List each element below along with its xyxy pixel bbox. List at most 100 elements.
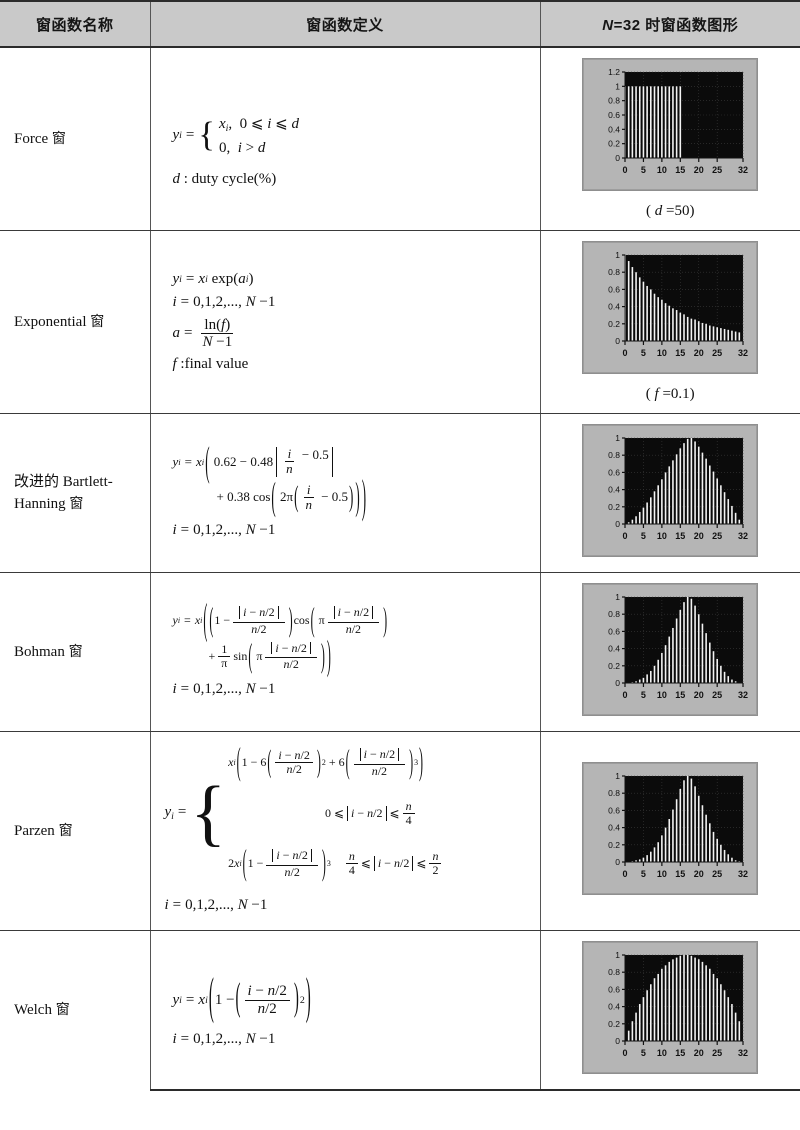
table-body: Force 窗 y i = { xi, 0 ⩽ i ⩽ d 0, i > d d :…	[0, 47, 800, 1091]
svg-text:0.4: 0.4	[608, 1001, 620, 1011]
svg-text:20: 20	[694, 869, 704, 879]
formula-parzen: yi = { xi (1 − 6 (i − n/2 n/2) 2 + 6(i − n /…	[151, 732, 540, 930]
window-name-cn: 窗	[51, 130, 66, 147]
window-name-cn: 窗	[58, 822, 73, 839]
svg-text:0.6: 0.6	[608, 467, 620, 477]
svg-text:20: 20	[694, 165, 704, 175]
svg-text:0.6: 0.6	[608, 626, 620, 636]
svg-text:0: 0	[623, 531, 628, 541]
row-definition-force: y i = { xi, 0 ⩽ i ⩽ d 0, i > d d : duty cy…	[149, 47, 540, 231]
formula-bohman: y i = x i ((1 − i − n/2 n/2 ) cos( π i − n/2 n/…	[172, 593, 388, 698]
chart-exponential: 0 0.2 0.4 0.6 0.8 1 0 5 10 15 20 25 32	[582, 241, 759, 374]
svg-text:0.4: 0.4	[608, 644, 620, 654]
svg-text:1: 1	[616, 950, 621, 960]
svg-text:10: 10	[657, 165, 667, 175]
svg-text:0.8: 0.8	[608, 967, 620, 977]
svg-text:0.4: 0.4	[608, 485, 620, 495]
svg-text:0.2: 0.2	[608, 502, 620, 512]
window-function-table: 窗函数名称 窗函数定义 N=32 时窗函数图形 Force 窗 y i = { xi…	[0, 0, 800, 1091]
svg-text:0.6: 0.6	[608, 805, 620, 815]
window-name-en: 改进的 Bartlett-Hanning	[14, 473, 113, 513]
svg-text:1: 1	[616, 592, 621, 602]
table-row: 改进的 Bartlett-Hanning 窗 y i = x i ( 0.62 − 0.…	[0, 413, 800, 573]
svg-text:0.2: 0.2	[608, 661, 620, 671]
chart-force: 0 0.2 0.4 0.6 0.8 1 1.2 0 5 10 15 20 25 32	[582, 58, 759, 191]
row-name-exponential: Exponential 窗	[0, 230, 150, 414]
svg-text:20: 20	[694, 1048, 704, 1058]
svg-text:10: 10	[657, 690, 667, 700]
svg-text:10: 10	[657, 531, 667, 541]
svg-text:1: 1	[616, 771, 621, 781]
svg-text:0.6: 0.6	[608, 110, 620, 120]
row-name-welch: Welch 窗	[0, 930, 150, 1090]
svg-text:0.8: 0.8	[608, 96, 620, 106]
svg-text:32: 32	[738, 531, 748, 541]
svg-text:0: 0	[616, 153, 621, 163]
window-name-cn: 窗	[90, 313, 105, 330]
svg-text:0: 0	[623, 348, 628, 358]
svg-text:32: 32	[738, 690, 748, 700]
svg-text:0.6: 0.6	[608, 284, 620, 294]
table-row: Exponential 窗 y i = x i exp(a i) i = 0,1,2,...,…	[0, 230, 800, 414]
window-name-cn: 窗	[68, 643, 83, 660]
svg-text:25: 25	[712, 869, 722, 879]
svg-text:1: 1	[616, 81, 621, 91]
row-definition-bohman: y i = x i ((1 − i − n/2 n/2 ) cos( π i − n/2 n/…	[149, 572, 540, 732]
svg-text:25: 25	[712, 348, 722, 358]
row-name-parzen: Parzen 窗	[0, 731, 150, 931]
row-name-force: Force 窗	[0, 47, 150, 231]
window-name-en: Welch	[14, 1001, 52, 1018]
svg-text:5: 5	[641, 165, 646, 175]
chart-bohman: 0 0.2 0.4 0.6 0.8 1 0 5 10 15 20 25 32	[582, 583, 759, 716]
svg-text:0: 0	[623, 690, 628, 700]
svg-text:25: 25	[712, 690, 722, 700]
svg-text:0: 0	[623, 869, 628, 879]
svg-text:0.8: 0.8	[608, 788, 620, 798]
table-row: Welch 窗 y i = x i (1 − (i − n/2 n/2) 2 ) i = 0,1…	[0, 930, 800, 1091]
svg-text:1: 1	[616, 433, 621, 443]
row-plot-bohman: 0 0.2 0.4 0.6 0.8 1 0 5 10 15 20 25 32	[539, 572, 800, 732]
svg-text:0.8: 0.8	[608, 450, 620, 460]
svg-text:0.8: 0.8	[608, 609, 620, 619]
svg-text:25: 25	[712, 165, 722, 175]
window-name-en: Parzen	[14, 822, 55, 839]
svg-text:0: 0	[623, 1048, 628, 1058]
svg-text:10: 10	[657, 1048, 667, 1058]
svg-text:10: 10	[657, 348, 667, 358]
svg-text:0: 0	[616, 857, 621, 867]
plot-header-n: N	[602, 16, 614, 34]
exponential-plot: 00.20.40.60.810 5 10 15 20 25 32	[608, 250, 748, 358]
chart-bartlett-hanning: 0 0.2 0.4 0.6 0.8 1 0 5 10 15 20 25 32	[582, 424, 759, 557]
row-plot-welch: 0 0.2 0.4 0.6 0.8 1 0 5 10 15 20 25 32	[539, 930, 800, 1091]
svg-text:5: 5	[641, 1048, 646, 1058]
bohman-plot: 00.20.40.60.810 5 10 15 20 25 32	[608, 592, 748, 700]
formula-force: y i = { xi, 0 ⩽ i ⩽ d 0, i > d d : duty cy…	[172, 115, 299, 187]
svg-text:0.2: 0.2	[608, 1018, 620, 1028]
svg-text:20: 20	[694, 348, 704, 358]
svg-text:20: 20	[694, 531, 704, 541]
window-name-en: Exponential	[14, 313, 87, 330]
svg-text:0: 0	[616, 336, 621, 346]
svg-text:0.4: 0.4	[608, 124, 620, 134]
formula-welch: y i = x i (1 − (i − n/2 n/2) 2 ) i = 0,1,2,..., …	[172, 971, 311, 1047]
window-name-en: Bohman	[14, 643, 65, 660]
force-plot: 0 0.2 0.4 0.6 0.8 1 1.2 0 5 10 15 20 25 32	[608, 67, 748, 175]
svg-text:32: 32	[738, 1048, 748, 1058]
svg-text:25: 25	[712, 531, 722, 541]
row-plot-parzen: 0 0.2 0.4 0.6 0.8 1 0 5 10 15 20 25 32	[539, 731, 800, 931]
svg-text:0.2: 0.2	[608, 139, 620, 149]
row-definition-welch: y i = x i (1 − (i − n/2 n/2) 2 ) i = 0,1,2,..., …	[149, 930, 540, 1091]
svg-text:5: 5	[641, 690, 646, 700]
column-header-definition: 窗函数定义	[149, 0, 540, 48]
parzen-plot: 00.20.40.60.810 5 10 15 20 25 32	[608, 771, 748, 879]
page-root: 窗函数名称 窗函数定义 N=32 时窗函数图形 Force 窗 y i = { xi…	[0, 0, 800, 1130]
bartlett-hanning-plot: 00.20.40.60.810 5 10 15 20 25 32	[608, 433, 748, 541]
svg-text:5: 5	[641, 348, 646, 358]
svg-text:0: 0	[616, 519, 621, 529]
window-name-cn: 窗	[69, 496, 84, 512]
table-row: Parzen 窗 yi = { xi (1 − 6 (i − n/2 n/2) 2 +…	[0, 731, 800, 931]
svg-text:1.2: 1.2	[608, 67, 620, 77]
row-name-bohman: Bohman 窗	[0, 572, 150, 732]
welch-plot: 00.20.40.60.810 5 10 15 20 25 32	[608, 950, 748, 1058]
svg-text:32: 32	[738, 165, 748, 175]
